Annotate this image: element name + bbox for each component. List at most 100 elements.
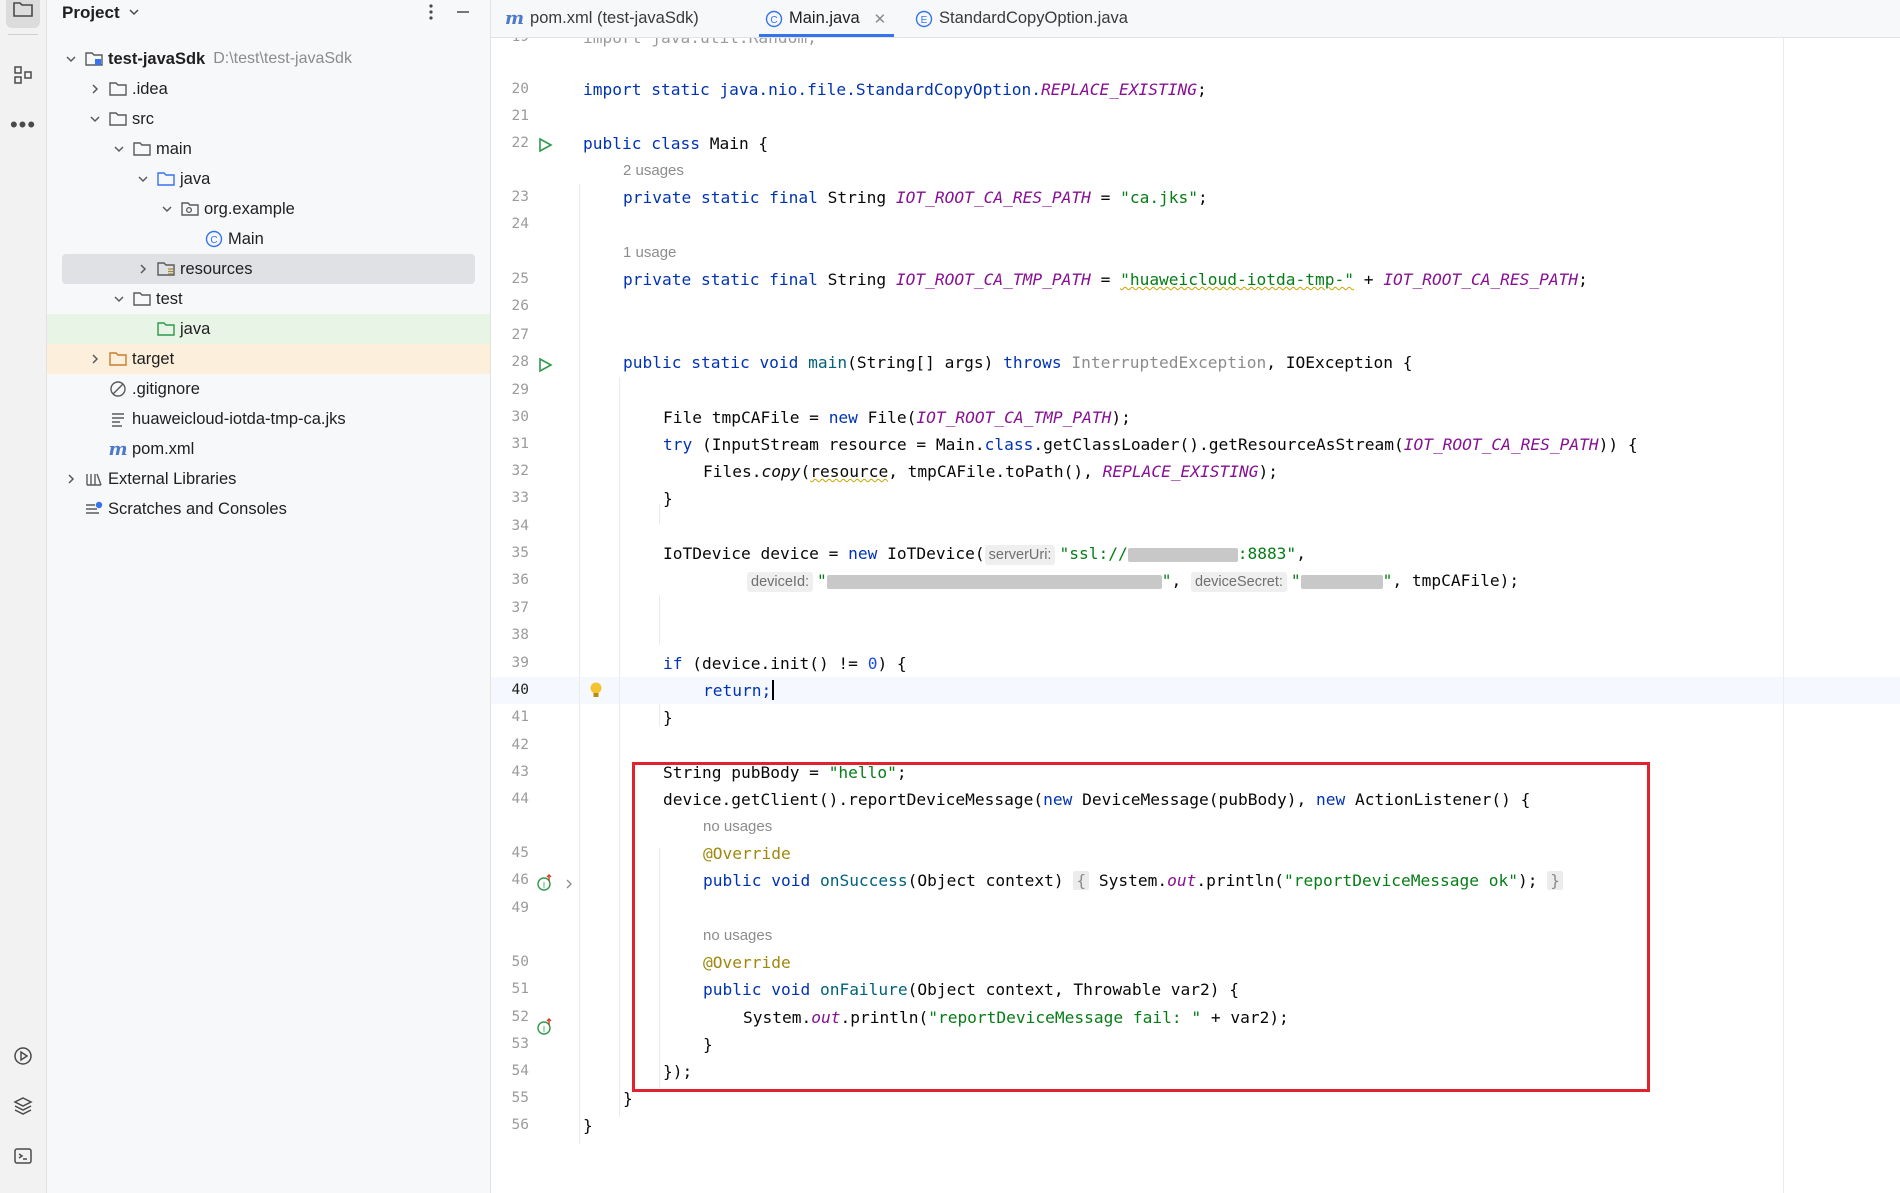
line-number[interactable]: 49 <box>491 895 529 922</box>
chevron-right-icon[interactable] <box>62 470 80 488</box>
chevron-down-icon[interactable] <box>62 50 80 68</box>
tab-standardcopyoption[interactable]: E StandardCopyOption.java <box>915 0 1128 37</box>
line-number[interactable]: 20 <box>491 76 529 103</box>
svg-text:I: I <box>543 881 545 890</box>
chevron-right-icon[interactable] <box>86 350 104 368</box>
line-number[interactable]: 30 <box>491 404 529 431</box>
code-token: Files. <box>703 462 762 481</box>
code-token: if <box>663 654 693 673</box>
chevron-down-icon[interactable] <box>158 200 176 218</box>
line-number[interactable]: 44 <box>491 786 529 813</box>
line-number[interactable]: 24 <box>491 211 529 238</box>
line-number[interactable]: 21 <box>491 103 529 130</box>
terminal-tool-button[interactable] <box>6 1141 40 1175</box>
minimize-icon[interactable] <box>453 2 473 22</box>
tree-item-label: test-javaSdk <box>108 49 206 68</box>
tree-item-java[interactable]: java <box>47 164 490 194</box>
line-number[interactable]: 27 <box>491 322 529 349</box>
fold-chevron-icon[interactable] <box>563 874 575 894</box>
code-editor[interactable]: 19 202122 2324 2526272829303132333435363738… <box>491 38 1900 1193</box>
folder-icon <box>132 289 152 309</box>
options-menu-icon[interactable] <box>421 2 441 22</box>
tree-item-scratches-and-consoles[interactable]: Scratches and Consoles <box>47 494 490 524</box>
tree-item-label: java <box>180 319 211 338</box>
run-gutter-icon[interactable] <box>535 354 555 376</box>
annotation-highlight-box <box>632 762 1650 1092</box>
line-number[interactable]: 28 <box>491 349 529 376</box>
tree-item-test[interactable]: test <box>47 284 490 314</box>
tab-main-java[interactable]: C Main.java ✕ <box>765 0 886 37</box>
tree-item-org-example[interactable]: org.example <box>47 194 490 224</box>
line-number[interactable]: 33 <box>491 485 529 512</box>
line-number[interactable]: 55 <box>491 1085 529 1112</box>
tree-item-gitignore[interactable]: .gitignore <box>47 374 490 404</box>
line-number[interactable]: 46 <box>491 867 529 894</box>
tree-item-external-libraries[interactable]: External Libraries <box>47 464 490 494</box>
tree-item-src[interactable]: src <box>47 104 490 134</box>
implements-method-icon[interactable]: I <box>535 872 555 894</box>
class-icon: C <box>765 10 783 28</box>
tree-item-idea[interactable]: .idea <box>47 74 490 104</box>
tree-item-java[interactable]: java <box>47 314 490 344</box>
chevron-down-icon[interactable] <box>110 140 128 158</box>
line-number[interactable]: 42 <box>491 732 529 759</box>
usage-hint[interactable]: 1 usage <box>623 239 676 266</box>
tree-item-pom-xml[interactable]: m pom.xml <box>47 434 490 464</box>
layers-tool-button[interactable] <box>6 1091 40 1125</box>
chevron-down-icon[interactable] <box>134 170 152 188</box>
chevron-down-icon[interactable] <box>110 290 128 308</box>
line-number[interactable]: 35 <box>491 540 529 567</box>
tree-item-label: .gitignore <box>132 379 200 398</box>
chevron-right-icon[interactable] <box>134 260 152 278</box>
folder-icon <box>12 0 34 24</box>
chevron-down-icon[interactable] <box>86 110 104 128</box>
run-gutter-icon[interactable] <box>535 134 555 156</box>
line-number[interactable]: 41 <box>491 704 529 731</box>
line-number[interactable]: 40 <box>491 677 529 704</box>
tree-item-target[interactable]: target <box>47 344 490 374</box>
usage-hint[interactable]: 2 usages <box>623 157 684 184</box>
line-number[interactable]: 25 <box>491 266 529 293</box>
chevron-right-icon[interactable] <box>86 80 104 98</box>
run-tool-button[interactable] <box>6 1041 40 1075</box>
line-number[interactable]: 39 <box>491 650 529 677</box>
implements-method-icon[interactable]: I <box>535 1016 555 1038</box>
svg-text:I: I <box>543 1025 545 1034</box>
line-number[interactable]: 32 <box>491 458 529 485</box>
line-number[interactable]: 38 <box>491 622 529 649</box>
line-number[interactable]: 29 <box>491 377 529 404</box>
line-number[interactable]: 54 <box>491 1058 529 1085</box>
tree-item-resources[interactable]: resources <box>62 254 475 284</box>
line-number[interactable]: 22 <box>491 130 529 157</box>
line-number[interactable]: 52 <box>491 1004 529 1031</box>
text-caret <box>772 680 774 700</box>
line-number[interactable]: 53 <box>491 1031 529 1058</box>
line-number[interactable]: 34 <box>491 513 529 540</box>
line-number[interactable]: 19 <box>491 38 529 51</box>
more-tools-button[interactable]: ••• <box>6 108 40 142</box>
close-icon[interactable]: ✕ <box>874 10 887 28</box>
line-number[interactable]: 36 <box>491 567 529 594</box>
line-number[interactable]: 51 <box>491 976 529 1003</box>
line-number[interactable]: 43 <box>491 759 529 786</box>
line-number[interactable]: 23 <box>491 184 529 211</box>
line-number[interactable]: 31 <box>491 431 529 458</box>
tree-item-test-javasdk[interactable]: test-javaSdk D:\test\test-javaSdk <box>47 44 490 74</box>
code-token: IoTDevice( <box>887 544 985 563</box>
code-token: "huaweicloud-iotda-tmp-" <box>1120 270 1354 289</box>
tab-pom-xml[interactable]: m pom.xml (test-javaSdk) <box>505 0 699 37</box>
line-number[interactable]: 26 <box>491 293 529 320</box>
structure-tool-button[interactable] <box>6 60 40 94</box>
line-number[interactable]: 50 <box>491 949 529 976</box>
project-tool-button[interactable] <box>6 0 40 28</box>
project-title[interactable]: Project <box>62 3 140 23</box>
tree-item-main[interactable]: C Main <box>47 224 490 254</box>
tree-item-huaweicloud-iotda-tmp-ca-jks[interactable]: huaweicloud-iotda-tmp-ca.jks <box>47 404 490 434</box>
tree-item-label: .idea <box>132 79 168 98</box>
line-number[interactable]: 56 <box>491 1112 529 1139</box>
tree-item-main[interactable]: main <box>47 134 490 164</box>
more-horizontal-icon: ••• <box>9 112 37 137</box>
line-number[interactable]: 37 <box>491 595 529 622</box>
line-number[interactable]: 45 <box>491 840 529 867</box>
lightbulb-icon[interactable] <box>587 679 605 703</box>
